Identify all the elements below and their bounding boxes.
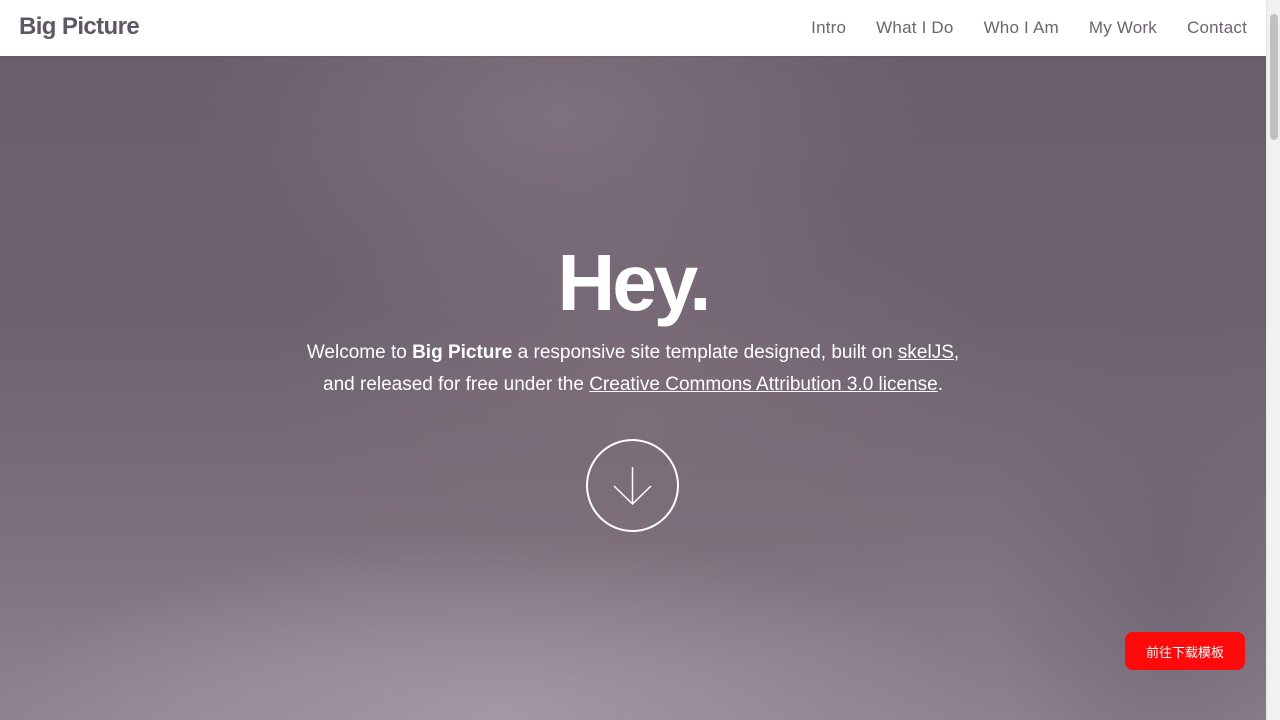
arrow-down-icon	[613, 467, 652, 506]
hero-brand-name: Big Picture	[412, 342, 513, 363]
page-scrollbar[interactable]	[1266, 0, 1280, 720]
hero-text-part: .	[937, 374, 943, 395]
nav-item-contact[interactable]: Contact	[1187, 18, 1247, 38]
nav-item-what-i-do[interactable]: What I Do	[876, 18, 953, 38]
nav-item-intro[interactable]: Intro	[811, 18, 846, 38]
hero-description: Welcome to Big Picture a responsive site…	[233, 337, 1033, 401]
scroll-down-button[interactable]	[586, 439, 679, 532]
site-logo[interactable]: Big Picture	[19, 13, 140, 41]
hero-text-part: and released for free under the	[323, 374, 590, 395]
scrollbar-thumb[interactable]	[1270, 14, 1278, 140]
hero-title: Hey.	[557, 238, 711, 327]
hero-text-part: ,	[953, 342, 960, 363]
site-header: Big Picture Intro What I Do Who I Am My …	[0, 0, 1266, 56]
license-link[interactable]: Creative Commons Attribution 3.0 license	[589, 374, 938, 395]
hero-text-part: Welcome to	[306, 342, 413, 363]
skeljs-link[interactable]: skelJS	[898, 342, 954, 363]
main-nav: Intro What I Do Who I Am My Work Contact	[781, 0, 1247, 56]
nav-item-who-i-am[interactable]: Who I Am	[984, 18, 1059, 38]
hero-text-part: a responsive site template designed, bui…	[512, 342, 898, 363]
hero-section: Hey. Welcome to Big Picture a responsive…	[0, 56, 1266, 720]
download-template-button[interactable]: 前往下载模板	[1125, 632, 1245, 670]
nav-item-my-work[interactable]: My Work	[1089, 18, 1157, 38]
